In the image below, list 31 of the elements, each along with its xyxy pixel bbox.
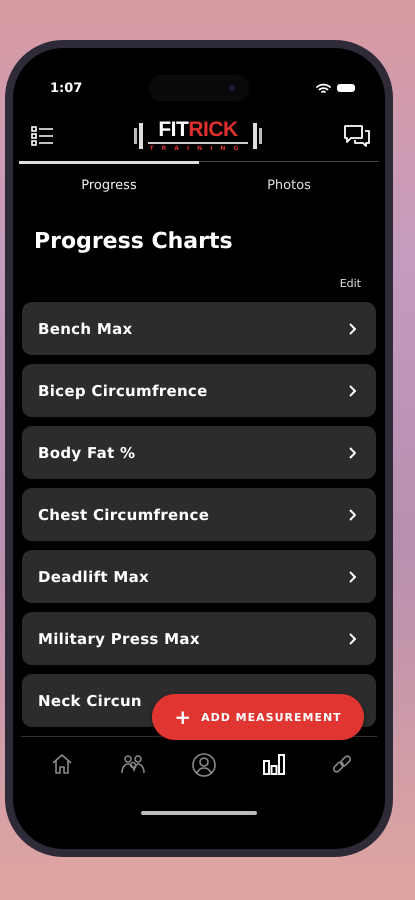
chat-button[interactable]	[343, 124, 371, 148]
battery-icon	[337, 83, 355, 93]
bar-chart-icon	[262, 753, 284, 775]
link-icon	[331, 753, 353, 775]
chart-list-item[interactable]: Bench Max	[22, 302, 376, 355]
chart-list-item[interactable]: Deadlift Max	[22, 550, 376, 603]
chart-list-item[interactable]: Chest Circumfrence	[22, 488, 376, 541]
barbell-plate-icon	[134, 121, 144, 151]
menu-button[interactable]	[31, 126, 53, 146]
edit-link[interactable]: Edit	[340, 277, 361, 290]
chart-list-item[interactable]: Neck Circun	[38, 692, 142, 710]
tab[interactable]: Photos	[199, 161, 379, 197]
chart-list-item[interactable]: Military Press Max	[22, 612, 376, 665]
profile-icon	[192, 753, 216, 777]
nav-tab[interactable]	[262, 753, 284, 777]
nav-tab[interactable]	[51, 753, 73, 777]
page-title: Progress Charts	[34, 228, 234, 256]
tab[interactable]: Progress	[19, 161, 199, 197]
barbell-plate-icon	[252, 121, 262, 151]
logo-text: RICK	[188, 119, 238, 141]
nav-tab[interactable]	[192, 753, 216, 777]
wifi-icon	[316, 82, 331, 94]
people-icon	[120, 753, 146, 775]
logo-text: FIT	[158, 119, 188, 141]
chat-icon	[343, 124, 371, 148]
checklist-icon	[31, 126, 53, 146]
home-icon	[51, 753, 73, 775]
chart-list-item[interactable]: Body Fat %	[22, 426, 376, 479]
chart-list-item[interactable]: Bicep Circumfrence	[22, 364, 376, 417]
clock-time: 1:07	[50, 80, 82, 96]
add-measurement-floating-button[interactable]: + ADD MEASUREMENT	[152, 694, 364, 740]
